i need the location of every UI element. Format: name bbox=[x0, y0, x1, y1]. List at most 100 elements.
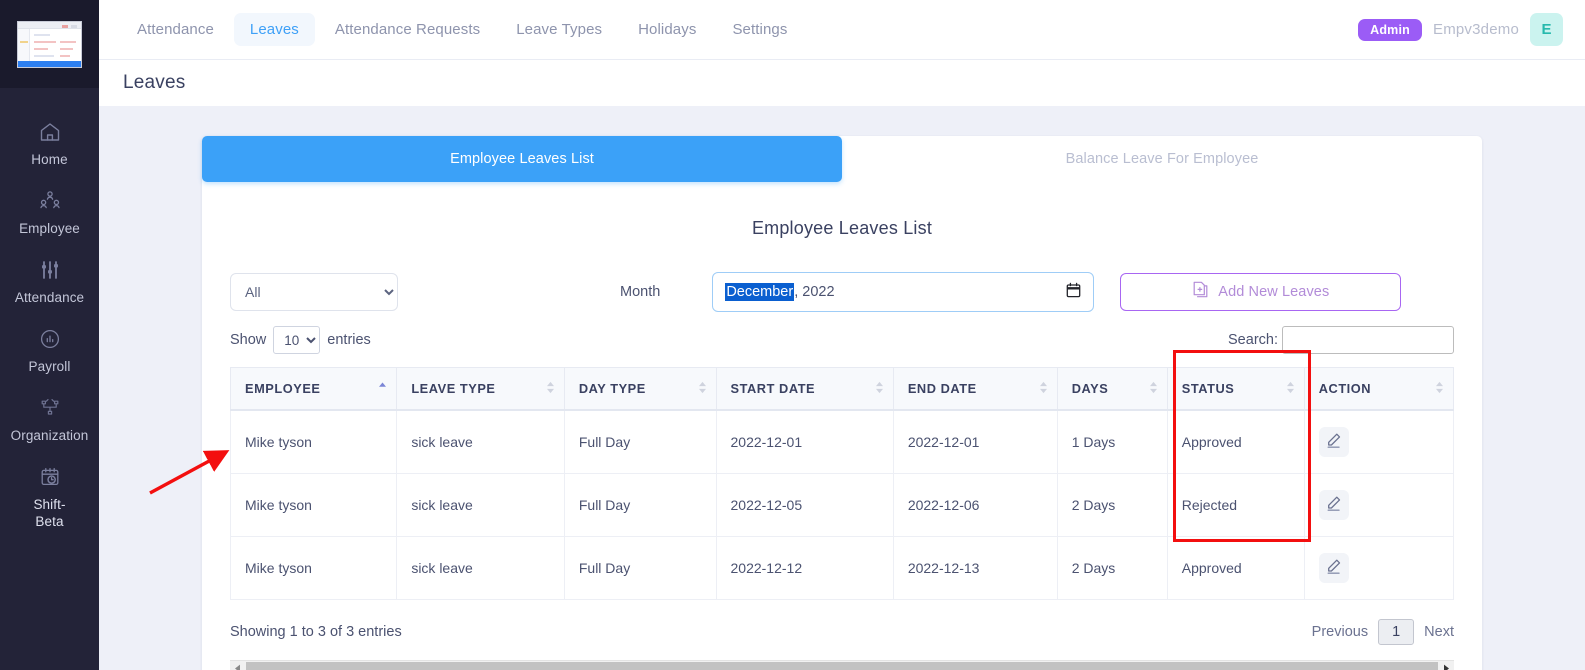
card-body: Employee Leaves List All Month December … bbox=[202, 182, 1482, 670]
tab-holidays[interactable]: Holidays bbox=[622, 13, 712, 46]
tab-attendance-requests[interactable]: Attendance Requests bbox=[319, 13, 496, 46]
tab-attendance[interactable]: Attendance bbox=[121, 13, 230, 46]
pagination: Previous 1 Next bbox=[1312, 619, 1454, 645]
content-area: Employee Leaves List Balance Leave For E… bbox=[99, 106, 1585, 670]
edit-row-button[interactable] bbox=[1318, 490, 1349, 520]
top-nav-tabs: Attendance Leaves Attendance Requests Le… bbox=[121, 13, 803, 46]
search-label: Search: bbox=[1228, 332, 1278, 348]
sidebar-item-organization[interactable]: Organization bbox=[0, 386, 99, 455]
col-header-days[interactable]: DAYS bbox=[1056, 367, 1168, 411]
card-tab-employee-leaves-list[interactable]: Employee Leaves List bbox=[202, 136, 842, 182]
card-heading: Employee Leaves List bbox=[751, 218, 933, 238]
top-navigation-bar: Attendance Leaves Attendance Requests Le… bbox=[99, 0, 1585, 60]
table-row[interactable]: Mike tyson sick leave Full Day 2022-12-1… bbox=[229, 536, 1455, 600]
sliders-icon bbox=[37, 257, 63, 283]
page-title: Leaves bbox=[123, 72, 186, 93]
sidebar-nav: Home Employee Attendance Payroll Organiz… bbox=[0, 88, 99, 541]
tab-leaves[interactable]: Leaves bbox=[233, 13, 315, 46]
cell-leave-type: sick leave bbox=[396, 536, 565, 600]
col-header-status[interactable]: STATUS bbox=[1166, 367, 1305, 411]
show-entries-control: Show 10 entries bbox=[230, 326, 371, 354]
edit-row-button[interactable] bbox=[1318, 427, 1349, 457]
cell-days: 2 Days bbox=[1056, 536, 1168, 600]
sidebar-item-label: Payroll bbox=[28, 359, 71, 374]
search-input[interactable] bbox=[1282, 326, 1454, 354]
cell-employee: Mike tyson bbox=[229, 473, 398, 537]
username-label: Empv3demo bbox=[1432, 21, 1519, 38]
sort-asc-icon bbox=[378, 380, 387, 397]
user-area: Admin Empv3demo E bbox=[1358, 13, 1563, 46]
horizontal-scrollbar[interactable] bbox=[230, 660, 1454, 670]
col-header-end-date[interactable]: END DATE bbox=[892, 367, 1058, 411]
cell-days: 2 Days bbox=[1056, 473, 1168, 537]
sidebar-logo[interactable] bbox=[0, 0, 99, 88]
cell-action bbox=[1303, 536, 1455, 600]
cell-leave-type: sick leave bbox=[396, 409, 565, 474]
scroll-left-arrow-icon[interactable] bbox=[230, 660, 245, 670]
leaves-card: Employee Leaves List Balance Leave For E… bbox=[202, 136, 1482, 670]
app-root: Home Employee Attendance Payroll Organiz… bbox=[0, 0, 1585, 670]
card-tab-bar: Employee Leaves List Balance Leave For E… bbox=[202, 136, 1482, 182]
sidebar-item-employee[interactable]: Employee bbox=[0, 179, 99, 248]
add-new-leaves-button[interactable]: Add New Leaves bbox=[1120, 273, 1402, 311]
col-header-action[interactable]: ACTION bbox=[1303, 367, 1455, 411]
pagination-previous[interactable]: Previous bbox=[1312, 624, 1368, 640]
cell-start-date: 2022-12-05 bbox=[715, 473, 894, 537]
card-tab-balance-leave-for-employee[interactable]: Balance Leave For Employee bbox=[842, 136, 1482, 182]
cell-action bbox=[1303, 409, 1455, 474]
col-header-day-type[interactable]: DAY TYPE bbox=[563, 367, 717, 411]
entries-info: Showing 1 to 3 of 3 entries bbox=[230, 624, 402, 640]
avatar[interactable]: E bbox=[1530, 13, 1563, 46]
sidebar-item-home[interactable]: Home bbox=[0, 110, 99, 179]
employee-filter-select[interactable]: All bbox=[230, 273, 398, 311]
sidebar-item-shift-beta[interactable]: Shift- Beta bbox=[0, 455, 99, 541]
sort-icon bbox=[698, 380, 707, 397]
table-footer: Showing 1 to 3 of 3 entries Previous 1 N… bbox=[230, 616, 1454, 648]
add-new-leaves-label: Add New Leaves bbox=[1218, 284, 1330, 300]
sort-icon bbox=[1039, 380, 1048, 397]
sidebar-item-label: Employee bbox=[19, 221, 80, 236]
table-row[interactable]: Mike tyson sick leave Full Day 2022-12-0… bbox=[229, 409, 1455, 474]
table-row[interactable]: Mike tyson sick leave Full Day 2022-12-0… bbox=[229, 473, 1455, 537]
pagination-page-1[interactable]: 1 bbox=[1378, 619, 1415, 645]
sidebar-item-label: Shift- Beta bbox=[33, 497, 66, 529]
sidebar-item-attendance[interactable]: Attendance bbox=[0, 248, 99, 317]
tab-settings[interactable]: Settings bbox=[716, 13, 803, 46]
month-input[interactable]: December , 2022 bbox=[712, 272, 1095, 312]
edit-row-button[interactable] bbox=[1318, 553, 1349, 583]
cell-end-date: 2022-12-06 bbox=[892, 473, 1058, 537]
sidebar-item-label: Organization bbox=[10, 428, 89, 443]
cell-leave-type: sick leave bbox=[396, 473, 565, 537]
month-year-segment[interactable]: , 2022 bbox=[794, 284, 834, 300]
sort-icon bbox=[1286, 380, 1295, 397]
page-length-select[interactable]: 10 bbox=[273, 326, 321, 354]
table-meta-row: Show 10 entries Search: bbox=[230, 325, 1454, 355]
cell-end-date: 2022-12-13 bbox=[892, 536, 1058, 600]
sidebar: Home Employee Attendance Payroll Organiz… bbox=[0, 0, 99, 670]
sort-icon bbox=[1149, 380, 1158, 397]
app-logo-thumbnail bbox=[17, 20, 82, 68]
table-header-row: EMPLOYEE LEAVE TYPE DAY TYPE START DATE … bbox=[229, 367, 1455, 411]
table-body: Mike tyson sick leave Full Day 2022-12-0… bbox=[229, 409, 1455, 600]
scrollbar-thumb[interactable] bbox=[246, 661, 1438, 670]
add-file-icon bbox=[1192, 281, 1209, 303]
sidebar-item-payroll[interactable]: Payroll bbox=[0, 317, 99, 386]
col-header-start-date[interactable]: START DATE bbox=[715, 367, 894, 411]
edit-pencil-icon bbox=[1325, 495, 1342, 515]
calendar-icon[interactable] bbox=[1066, 282, 1081, 303]
cell-employee: Mike tyson bbox=[229, 536, 398, 600]
tab-leave-types[interactable]: Leave Types bbox=[500, 13, 618, 46]
cell-action bbox=[1303, 473, 1455, 537]
people-icon bbox=[37, 188, 63, 214]
cell-end-date: 2022-12-01 bbox=[892, 409, 1058, 474]
scroll-right-arrow-icon[interactable] bbox=[1439, 660, 1454, 670]
month-label: Month bbox=[620, 284, 661, 300]
search-control: Search: bbox=[1228, 326, 1454, 354]
pagination-next[interactable]: Next bbox=[1424, 624, 1454, 640]
page-header: Leaves bbox=[99, 60, 1585, 106]
sort-icon bbox=[546, 380, 555, 397]
col-header-employee[interactable]: EMPLOYEE bbox=[229, 367, 398, 411]
month-selected-segment[interactable]: December bbox=[725, 283, 795, 301]
col-header-leave-type[interactable]: LEAVE TYPE bbox=[396, 367, 565, 411]
sort-icon bbox=[1435, 380, 1444, 397]
